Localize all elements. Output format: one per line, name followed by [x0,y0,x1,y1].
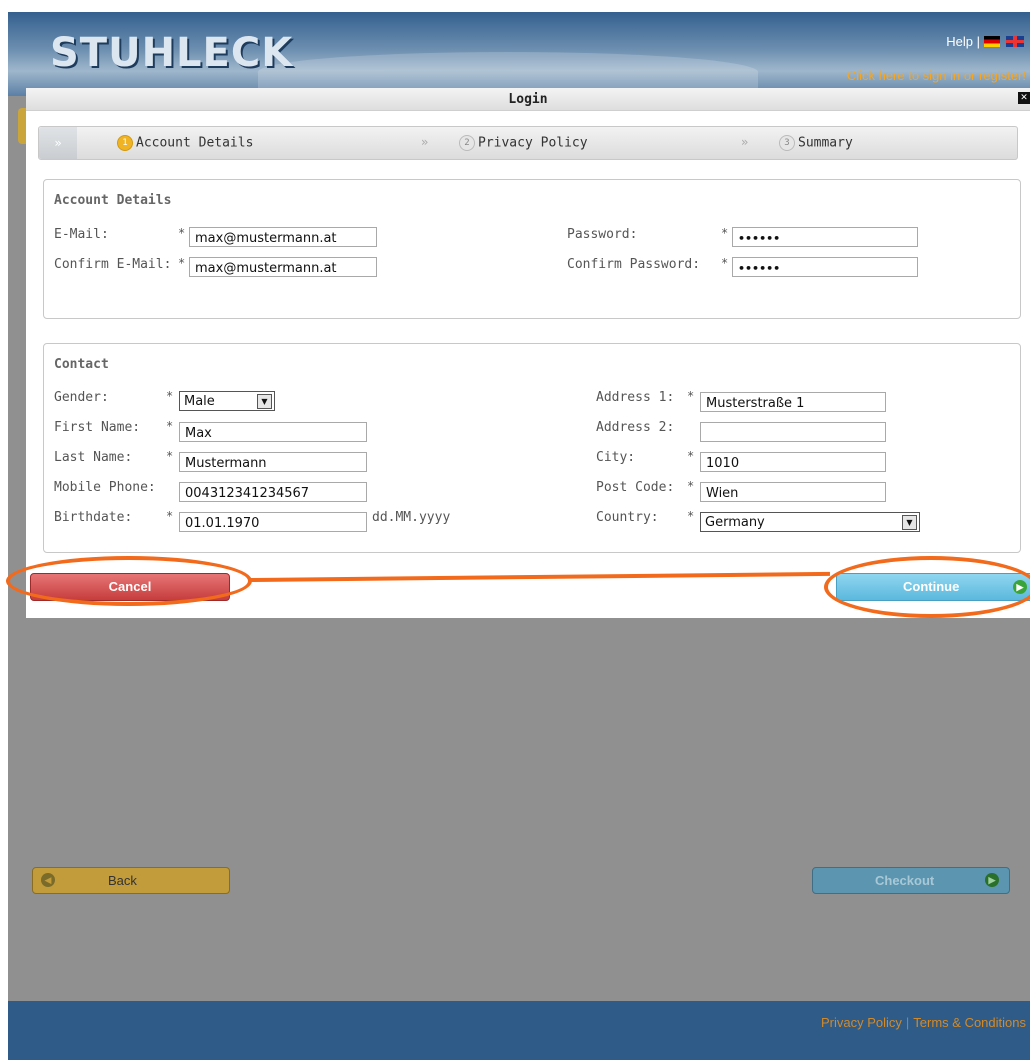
confirm-email-field[interactable]: max@mustermann.at [189,257,377,277]
login-dialog: Login ✕ » 1 Account Details » 2 Privacy Po… [26,88,1030,618]
cancel-highlight-ring [6,556,252,606]
step-number: 2 [459,135,475,151]
header-landscape [258,52,758,92]
email-field[interactable]: max@mustermann.at [189,227,377,247]
birthdate-label: Birthdate: [54,510,133,525]
address1-label: Address 1: [596,390,675,405]
confirm-password-field[interactable]: •••••• [732,257,918,277]
arrow-left-icon: ◀ [41,873,55,887]
required-mark: * [721,226,729,240]
birthdate-format-hint: dd.MM.yyyy [372,510,451,525]
required-mark: * [178,226,186,240]
mobile-phone-field[interactable]: 004312341234567 [179,482,367,502]
email-label: E-Mail: [54,227,109,242]
sign-in-link[interactable]: Click here to sign in or register! [847,68,1026,83]
arrow-right-icon: ▶ [985,873,999,887]
step-label: Summary [798,135,853,151]
step-privacy-policy: 2 Privacy Policy [459,135,588,151]
password-field[interactable]: •••••• [732,227,918,247]
confirm-email-label: Confirm E-Mail: [54,257,172,272]
uk-flag-icon[interactable] [1006,36,1024,47]
address2-field[interactable] [700,422,886,442]
required-mark: * [178,256,186,270]
chevron-down-icon: ▼ [902,515,917,530]
contact-heading: Contact [54,357,109,372]
contact-panel: Contact Gender: * Male ▼ First Name: * M… [43,343,1021,553]
back-button[interactable]: ◀ Back [32,867,230,894]
first-name-label: First Name: [54,420,141,435]
footer-terms-link[interactable]: Terms & Conditions [913,1015,1026,1030]
step-account-details: 1 Account Details [117,135,253,151]
wizard-steps: » 1 Account Details » 2 Privacy Policy » 3… [38,126,1018,160]
step-label: Privacy Policy [478,135,588,151]
gender-select-value: Male [184,394,215,409]
post-code-label: Post Code: [596,480,675,495]
close-icon[interactable]: ✕ [1018,92,1030,104]
step-number: 3 [779,135,795,151]
required-mark: * [687,509,695,523]
required-mark: * [166,389,174,403]
footer-privacy-link[interactable]: Privacy Policy [821,1015,902,1030]
address2-label: Address 2: [596,420,675,435]
password-label: Password: [567,227,638,242]
first-name-field[interactable]: Max [179,422,367,442]
site-header: STUHLECK Help | Click here to sign in or… [8,12,1030,96]
required-mark: * [166,419,174,433]
german-flag-icon[interactable] [984,36,1000,47]
last-name-label: Last Name: [54,450,133,465]
steps-start-arrow-icon: » [39,127,77,159]
help-link[interactable]: Help | [946,34,980,49]
site-footer: Privacy Policy | Terms & Conditions [8,1001,1030,1060]
step-label: Account Details [136,135,254,151]
required-mark: * [166,449,174,463]
required-mark: * [687,389,695,403]
account-details-heading: Account Details [54,193,172,208]
footer-separator: | [905,1015,910,1030]
required-mark: * [687,479,695,493]
chevron-down-icon: ▼ [257,394,272,409]
country-select-value: Germany [705,515,765,530]
required-mark: * [687,449,695,463]
gender-select[interactable]: Male ▼ [179,391,275,411]
last-name-field[interactable]: Mustermann [179,452,367,472]
step-separator-icon: » [421,135,429,149]
step-summary: 3 Summary [779,135,853,151]
footer-links: Privacy Policy | Terms & Conditions [821,1015,1026,1030]
city-label: City: [596,450,636,465]
back-button-label: Back [108,873,137,888]
step-number: 1 [117,135,133,151]
country-label: Country: [596,510,659,525]
post-code-field[interactable]: Wien [700,482,886,502]
confirm-password-label: Confirm Password: [567,257,701,272]
account-details-panel: Account Details E-Mail: * max@mustermann… [43,179,1021,319]
birthdate-field[interactable]: 01.01.1970 [179,512,367,532]
city-field[interactable]: 1010 [700,452,886,472]
mobile-phone-label: Mobile Phone: [54,480,156,495]
checkout-button[interactable]: Checkout ▶ [812,867,1010,894]
address1-field[interactable]: Musterstraße 1 [700,392,886,412]
dialog-title: Login [26,88,1030,111]
checkout-button-label: Checkout [875,873,935,888]
required-mark: * [166,509,174,523]
continue-highlight-ring [824,556,1030,618]
step-separator-icon: » [741,135,749,149]
site-logo[interactable]: STUHLECK [50,30,293,76]
gender-label: Gender: [54,390,109,405]
required-mark: * [721,256,729,270]
country-select[interactable]: Germany ▼ [700,512,920,532]
